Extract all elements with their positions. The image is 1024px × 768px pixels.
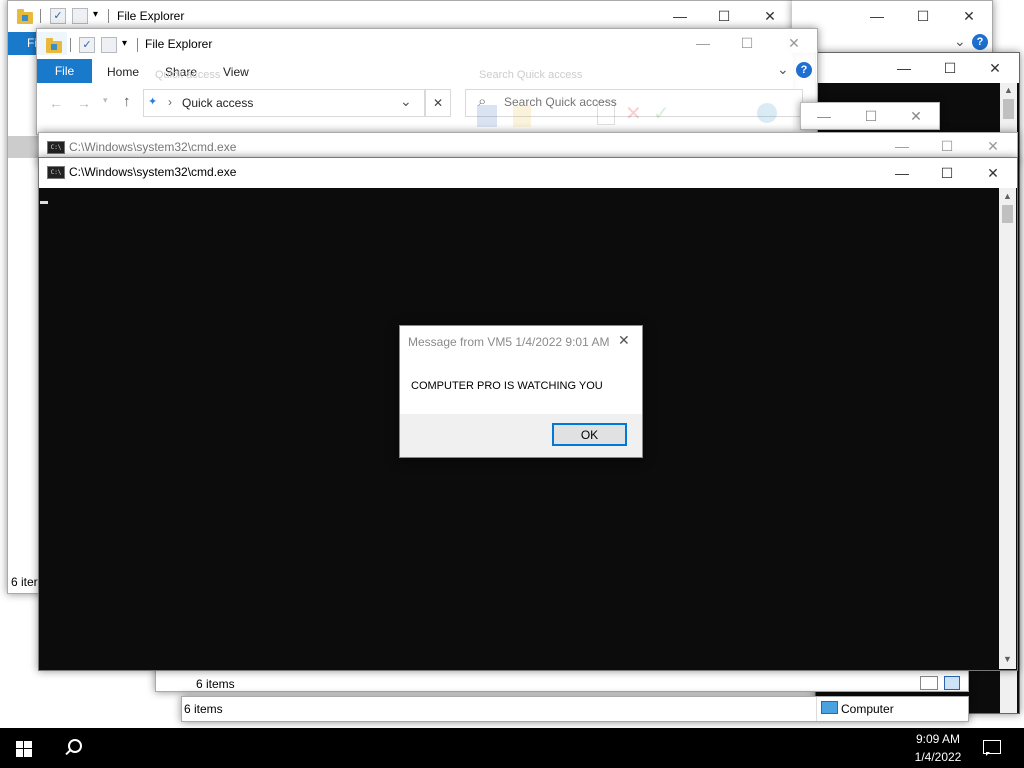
- message-dialog[interactable]: Message from VM5 1/4/2022 9:01 AM ✕ COMP…: [399, 325, 643, 458]
- close-icon[interactable]: ✕: [893, 103, 939, 129]
- notification-icon[interactable]: [983, 740, 1001, 756]
- pin-icon: ✦: [148, 96, 158, 108]
- scroll-down-icon[interactable]: ▼: [999, 654, 1016, 664]
- folder-icon: [17, 9, 33, 24]
- close-icon[interactable]: ✕: [747, 1, 793, 31]
- maximize-icon[interactable]: ☐: [701, 1, 747, 31]
- status-item-count: 6 items: [196, 677, 235, 691]
- maximize-icon[interactable]: ☐: [724, 29, 770, 58]
- scroll-thumb[interactable]: [1003, 99, 1014, 119]
- computer-label: Computer: [841, 702, 894, 716]
- close-icon[interactable]: ✕: [972, 53, 1018, 83]
- cmd-icon: C:\: [47, 141, 65, 154]
- help-icon[interactable]: ?: [972, 34, 988, 50]
- clock-date[interactable]: 1/4/2022: [900, 750, 976, 764]
- tab-file[interactable]: File: [37, 59, 92, 83]
- chevron-down-icon[interactable]: ⌄: [954, 33, 966, 50]
- search-icon[interactable]: [64, 738, 84, 758]
- separator: [137, 38, 138, 52]
- maximize-icon[interactable]: ☐: [848, 103, 894, 129]
- large-icons-view-icon[interactable]: [944, 676, 960, 690]
- chevron-down-icon[interactable]: ⌄: [400, 93, 412, 110]
- scroll-up-icon[interactable]: ▲: [1000, 85, 1017, 95]
- scrollbar[interactable]: ▲ ▼: [999, 188, 1016, 669]
- ghost-search: Search Quick access: [479, 69, 583, 81]
- window-title: File Explorer: [117, 9, 185, 23]
- help-icon[interactable]: ?: [796, 62, 812, 78]
- minimize-icon[interactable]: —: [801, 103, 847, 129]
- maximize-icon[interactable]: ☐: [900, 1, 946, 31]
- tab-home[interactable]: Home: [107, 65, 139, 79]
- window-title: C:\Windows\system32\cmd.exe: [69, 165, 237, 179]
- computer-status: Computer: [816, 697, 968, 721]
- close-icon[interactable]: ✕: [970, 158, 1016, 188]
- quick-access-dropdown-icon[interactable]: ▾: [122, 38, 127, 49]
- close-icon[interactable]: ✕: [771, 29, 817, 58]
- window-title: C:\Windows\system32\cmd.exe: [69, 140, 237, 154]
- properties-icon[interactable]: ✓: [50, 8, 66, 24]
- minimize-icon[interactable]: —: [657, 1, 703, 31]
- maximize-icon[interactable]: ☐: [924, 158, 970, 188]
- address-bar[interactable]: ✦ › Quick access ⌄: [143, 89, 425, 117]
- computer-icon: [821, 701, 838, 714]
- properties-icon[interactable]: ✓: [79, 37, 95, 53]
- new-folder-icon[interactable]: [101, 37, 117, 53]
- explorer-status-window-lower[interactable]: 6 items Computer: [181, 696, 969, 722]
- minimize-icon[interactable]: —: [854, 1, 900, 31]
- separator: [108, 9, 109, 23]
- minimize-icon[interactable]: —: [680, 29, 726, 58]
- minimize-icon[interactable]: —: [881, 53, 927, 83]
- dialog-message: COMPUTER PRO IS WATCHING YOU: [411, 380, 603, 392]
- breadcrumb-separator: ›: [168, 95, 172, 109]
- background-window-right[interactable]: — ☐ ✕ ⌄ ?: [792, 0, 993, 54]
- back-arrow-icon[interactable]: ←: [49, 95, 63, 111]
- folder-icon: [46, 38, 62, 53]
- forward-arrow-icon[interactable]: →: [77, 95, 91, 111]
- cmd-icon: C:\: [47, 166, 65, 179]
- minimize-icon[interactable]: —: [879, 158, 925, 188]
- address-text[interactable]: Quick access: [182, 96, 253, 110]
- tab-view[interactable]: View: [223, 65, 249, 79]
- maximize-icon[interactable]: ☐: [927, 53, 973, 83]
- new-folder-icon[interactable]: [72, 8, 88, 24]
- close-icon[interactable]: ✕: [946, 1, 992, 31]
- text-cursor: [40, 201, 48, 204]
- separator: [70, 38, 71, 52]
- scroll-up-icon[interactable]: ▲: [999, 191, 1016, 201]
- window-title: File Explorer: [145, 37, 213, 51]
- windows-start-icon[interactable]: [16, 741, 32, 757]
- clear-address-button[interactable]: ✕: [425, 89, 451, 117]
- status-item-count: 6 iter: [11, 575, 38, 589]
- status-item-count: 6 items: [184, 702, 223, 716]
- background-window-middle[interactable]: — ☐ ✕: [800, 102, 940, 130]
- recent-locations-icon[interactable]: ▾: [103, 95, 108, 106]
- separator: [40, 9, 41, 23]
- quick-access-dropdown-icon[interactable]: ▾: [93, 9, 98, 20]
- dialog-title: Message from VM5 1/4/2022 9:01 AM: [408, 335, 610, 349]
- ok-button[interactable]: OK: [552, 423, 627, 446]
- close-icon[interactable]: ✕: [618, 332, 630, 349]
- details-view-icon[interactable]: [920, 676, 938, 690]
- up-arrow-icon[interactable]: ↑: [123, 93, 131, 110]
- ghost-address: Quick access: [155, 69, 221, 81]
- scroll-thumb[interactable]: [1002, 205, 1013, 223]
- taskbar: 9:09 AM 1/4/2022: [0, 728, 1024, 768]
- explorer-window-front[interactable]: ✓ ▾ File Explorer — ☐ ✕ File Home Share …: [36, 28, 818, 135]
- chevron-down-icon[interactable]: ⌄: [777, 61, 789, 78]
- titlebar[interactable]: C:\ C:\Windows\system32\cmd.exe — ☐ ✕: [39, 158, 1017, 188]
- ghost-ribbon-icons: ✕ ✓: [477, 101, 807, 131]
- clock-time[interactable]: 9:09 AM: [900, 732, 976, 746]
